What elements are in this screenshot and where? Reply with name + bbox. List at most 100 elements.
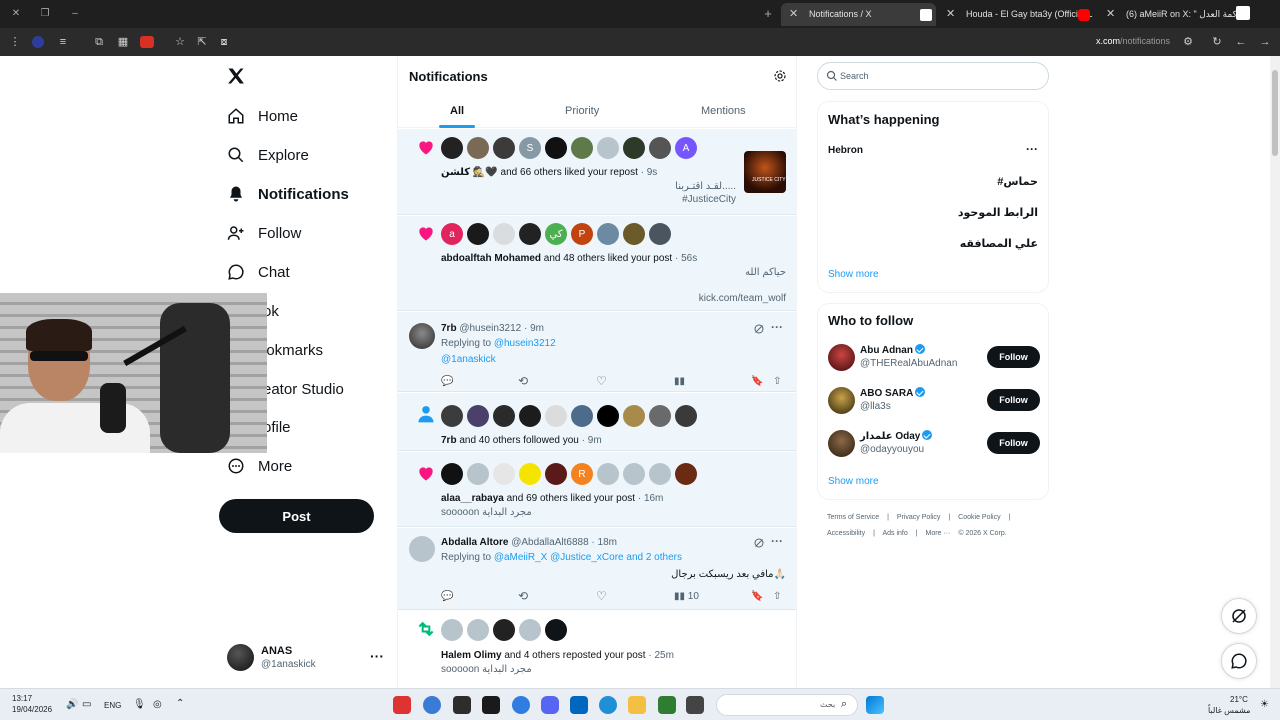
follow-button[interactable]: Follow — [987, 346, 1040, 368]
reply-tweet[interactable]: 7rb @husein3212 · 9m Replying to @husein… — [398, 312, 796, 392]
post-thumbnail[interactable]: JUSTICE CITY — [744, 151, 786, 193]
trend-item[interactable]: #حماس — [997, 175, 1038, 188]
bookmark-icon[interactable]: 🔖 — [751, 589, 765, 603]
terminal-icon[interactable] — [453, 696, 471, 714]
avatar[interactable] — [467, 405, 489, 427]
nav-chat[interactable]: Chat — [226, 257, 290, 287]
suggested-account[interactable]: Abu Adnan @THERealAbuAdnan Follow — [828, 343, 1040, 373]
avatar[interactable] — [623, 405, 645, 427]
nav-follow[interactable]: Follow — [226, 218, 301, 248]
avatar[interactable] — [519, 463, 541, 485]
account-switcher[interactable]: ANAS @1anaskick ··· — [227, 642, 387, 674]
avatar[interactable] — [441, 405, 463, 427]
tab-close-icon[interactable]: ✕ — [789, 3, 798, 26]
avatar[interactable] — [493, 463, 515, 485]
screenshot-icon[interactable]: ⧇ — [217, 35, 231, 49]
show-more-link[interactable]: Show more — [828, 269, 879, 280]
reload-icon[interactable]: ↻ — [1210, 35, 1224, 49]
avatar[interactable] — [545, 463, 567, 485]
window-minimize-icon[interactable]: – — [69, 8, 81, 20]
site-settings-icon[interactable]: ⚙ — [1181, 35, 1195, 49]
tweet-body[interactable]: @1anaskick — [441, 354, 496, 365]
actor-name[interactable]: alaa__rabaya — [441, 493, 504, 504]
volume-icon[interactable]: 🔊 — [66, 699, 78, 710]
author-handle[interactable]: @husein3212 — [459, 323, 521, 334]
avatar[interactable] — [409, 323, 435, 349]
notification-item[interactable]: S A كلشن 🕵🖤 and 66 others liked your rep… — [398, 129, 796, 215]
avatar[interactable] — [623, 223, 645, 245]
app-icon[interactable] — [512, 696, 530, 714]
nav-more[interactable]: More — [226, 451, 292, 481]
language-indicator[interactable]: ENG — [104, 701, 121, 710]
avatar[interactable] — [493, 619, 515, 641]
share-icon[interactable]: ⇧ — [773, 589, 787, 603]
x-logo-icon[interactable] — [226, 66, 246, 86]
avatar[interactable]: S — [519, 137, 541, 159]
menu-icon[interactable]: ⋮ — [8, 35, 22, 49]
tab-close-icon[interactable]: ✕ — [1106, 3, 1115, 26]
avatar[interactable] — [649, 405, 671, 427]
avatar[interactable] — [545, 405, 567, 427]
grok-icon[interactable] — [753, 323, 765, 335]
avatar[interactable] — [649, 463, 671, 485]
suggested-account[interactable]: علمدار Oday @odayyouyou Follow — [828, 429, 1040, 459]
more-dots-icon[interactable]: ··· — [1026, 142, 1038, 156]
trend-item[interactable]: الرابط الموحود — [958, 206, 1038, 219]
extension-icon[interactable] — [32, 36, 44, 48]
grok-icon[interactable] — [753, 537, 765, 549]
avatar[interactable] — [828, 430, 855, 457]
avatar[interactable] — [409, 536, 435, 562]
show-more-link[interactable]: Show more — [828, 476, 879, 487]
weather-temp[interactable]: 21°C — [1230, 695, 1248, 704]
reply-icon[interactable]: 💬 — [441, 589, 455, 603]
more-dots-icon[interactable]: ··· — [771, 320, 783, 334]
follow-button[interactable]: Follow — [987, 432, 1040, 454]
like-icon[interactable]: ♡ — [596, 374, 610, 388]
author-name[interactable]: Abdalla Altore — [441, 537, 508, 548]
window-close-icon[interactable]: ✕ — [10, 8, 22, 20]
avatar[interactable]: P — [571, 223, 593, 245]
repost-icon[interactable]: ⟲ — [518, 374, 532, 388]
browser-tab-notifications[interactable]: ✕ Notifications / X — [781, 3, 936, 26]
actor-name[interactable]: كلشن 🕵🖤 — [441, 167, 498, 178]
avatar[interactable] — [675, 463, 697, 485]
post-button[interactable]: Post — [219, 499, 374, 533]
author-name[interactable]: 7rb — [441, 323, 457, 334]
bookmark-icon[interactable]: 🔖 — [751, 374, 765, 388]
url-field[interactable]: x.com/notifications — [1096, 36, 1170, 46]
views-button[interactable]: ▮▮ 10 — [674, 589, 714, 603]
footer-link[interactable]: Cookie Policy — [958, 514, 1000, 521]
avatar[interactable] — [675, 405, 697, 427]
tab-close-icon[interactable]: ✕ — [946, 3, 955, 26]
forward-icon[interactable]: → — [1258, 35, 1272, 49]
adblock-icon[interactable] — [140, 36, 154, 48]
app-icon[interactable] — [482, 696, 500, 714]
avatar[interactable] — [545, 137, 567, 159]
app-icon[interactable] — [658, 696, 676, 714]
footer-link[interactable]: Privacy Policy — [897, 514, 941, 521]
avatar[interactable] — [441, 463, 463, 485]
reply-tweet[interactable]: Abdalla Altore @AbdallaAlt6888 · 18m Rep… — [398, 528, 796, 610]
clock-time[interactable]: 13:17 — [12, 694, 32, 703]
repost-icon[interactable]: ⟲ — [518, 589, 532, 603]
footer-link[interactable]: Terms of Service — [827, 514, 879, 521]
post-hashtag[interactable]: #JusticeCity — [682, 194, 736, 205]
weather-icon[interactable]: ☀ — [1260, 699, 1269, 710]
avatar[interactable] — [571, 405, 593, 427]
mention-link[interactable]: @husein3212 — [494, 338, 556, 349]
avatar[interactable] — [597, 137, 619, 159]
avatar[interactable] — [467, 463, 489, 485]
windows-start-icon[interactable] — [866, 696, 884, 714]
reader-icon[interactable]: ▦ — [116, 35, 130, 49]
views-icon[interactable]: ▮▮ — [674, 374, 688, 388]
avatar[interactable] — [519, 405, 541, 427]
avatar[interactable] — [597, 405, 619, 427]
avatar[interactable] — [649, 137, 671, 159]
avatar[interactable] — [828, 387, 855, 414]
share-icon[interactable]: ⇱ — [195, 35, 209, 49]
window-restore-icon[interactable]: ❐ — [39, 8, 51, 20]
app-icon[interactable] — [393, 696, 411, 714]
footer-link[interactable]: More ··· — [926, 530, 951, 537]
tab-mentions[interactable]: Mentions — [701, 105, 746, 117]
avatar[interactable] — [597, 223, 619, 245]
